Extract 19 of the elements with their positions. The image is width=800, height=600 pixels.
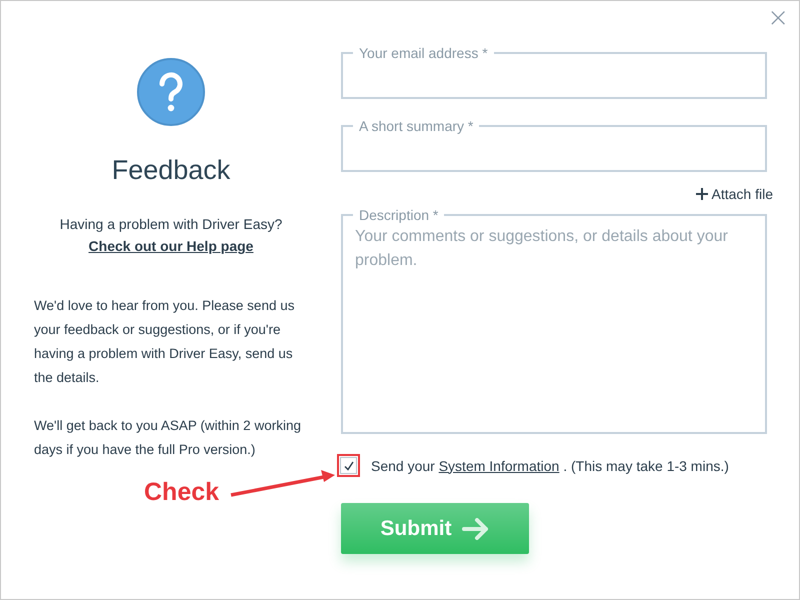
system-info-label: Send your System Information . (This may take 1-3 mins.) [371, 458, 729, 474]
help-link[interactable]: Check out our Help page [88, 238, 254, 254]
checkmark-icon [344, 460, 354, 470]
info-paragraph: We'll get back to you ASAP (within 2 working days if you have the full Pro version.) [34, 417, 302, 459]
system-info-link[interactable]: System Information [438, 458, 560, 474]
help-icon [136, 57, 206, 127]
field-frame: Description * Your comments or suggestions, or details about your problem. [341, 207, 767, 434]
close-button[interactable]: × [765, 5, 791, 31]
info-paragraph: We'd love to hear from you. Please send us your feedback or suggestions, or if you're having a problem with Driver Easy, send us the details. [34, 297, 296, 387]
description-field[interactable]: Your comments or suggestions, or details about your problem. [355, 223, 755, 273]
dialog-title: Feedback [112, 155, 230, 186]
arrow-icon [462, 518, 490, 540]
question-text: Having a problem with Driver Easy? [60, 216, 282, 232]
plus-icon [694, 187, 709, 201]
summary-field[interactable]: A short summary * [341, 118, 767, 172]
submit-button[interactable]: Submit [341, 503, 529, 554]
attach-file-button[interactable]: Attach file [694, 186, 773, 202]
email-field[interactable]: Your email address * [341, 45, 767, 99]
annotation-label: Check [144, 478, 220, 507]
